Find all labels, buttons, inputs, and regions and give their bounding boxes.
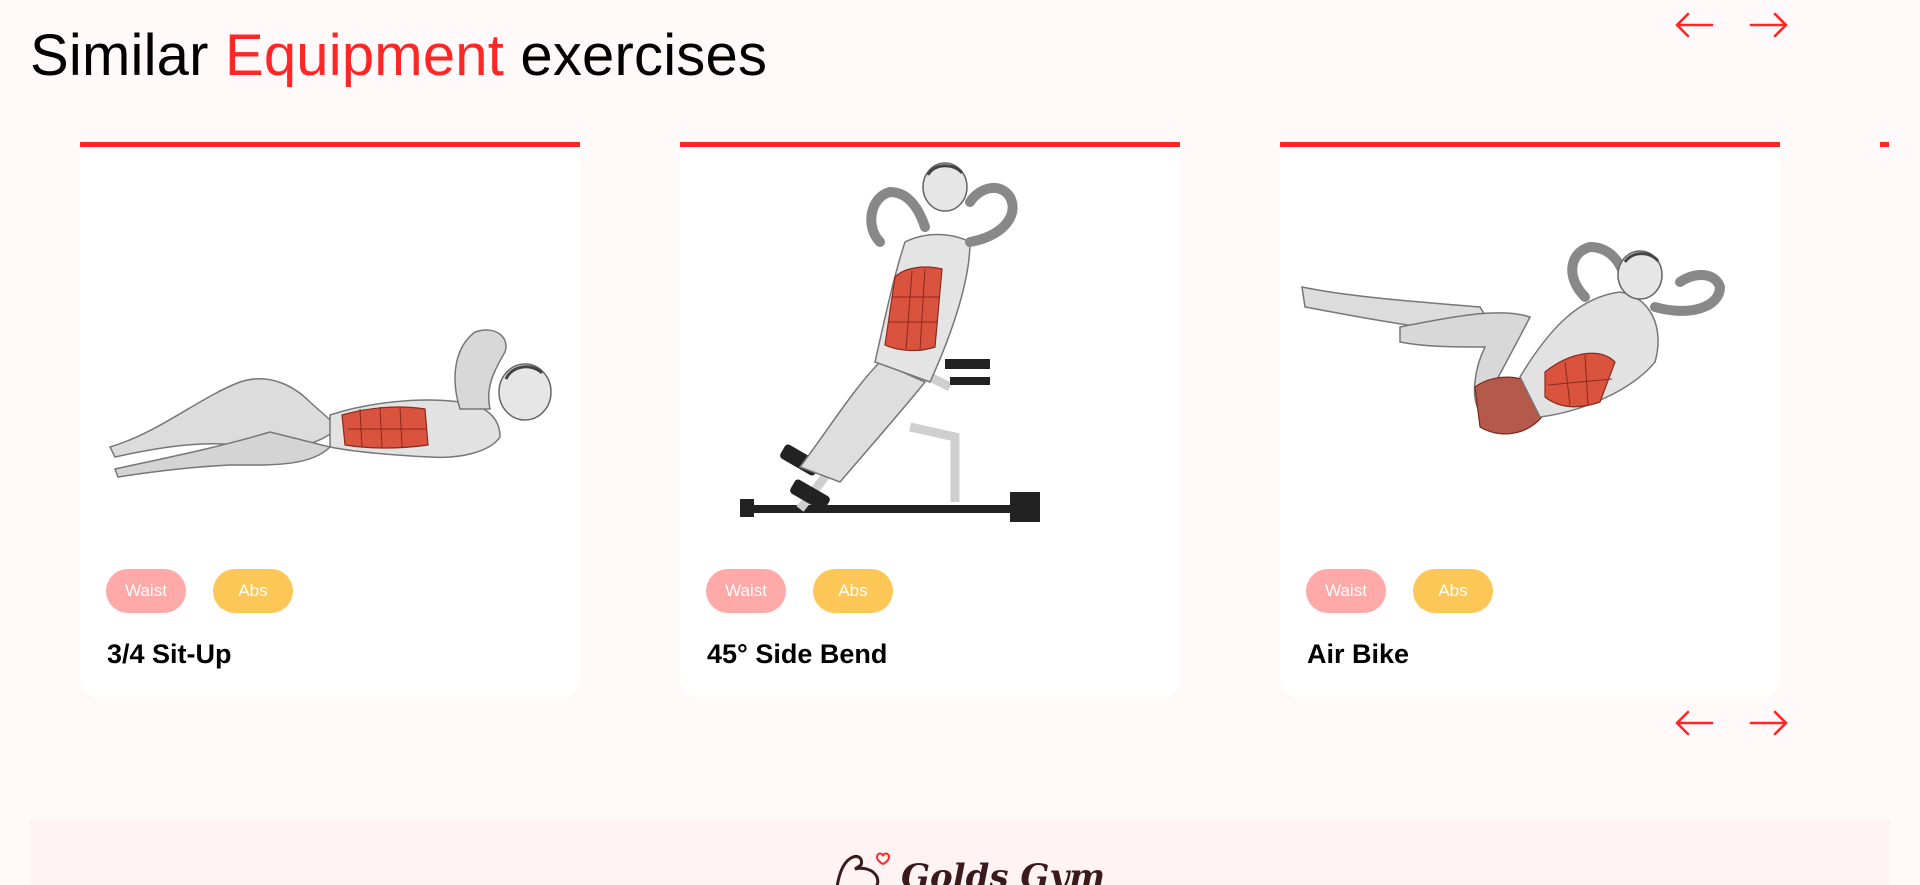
left-arrow-icon xyxy=(1675,12,1714,38)
sit-up-illustration xyxy=(108,329,552,478)
flexed-arm-heart-icon xyxy=(835,852,891,885)
body-part-chip[interactable]: Waist xyxy=(1306,569,1386,613)
target-chip[interactable]: Abs xyxy=(213,569,293,613)
side-bend-bench-illustration xyxy=(740,162,1040,522)
exercise-card[interactable]: Waist Abs 45° Side Bend xyxy=(680,142,1180,698)
right-arrow-icon xyxy=(1749,12,1788,38)
exercise-card[interactable]: Waist Abs Air Bike xyxy=(1280,142,1780,698)
right-arrow-icon xyxy=(1749,710,1788,736)
scroll-right-arrow-bottom[interactable] xyxy=(1749,708,1789,738)
title-part-1: Similar xyxy=(30,23,209,88)
body-part-chip[interactable]: Waist xyxy=(106,569,186,613)
section-title: Similar Equipment exercises xyxy=(30,22,767,89)
target-chip[interactable]: Abs xyxy=(813,569,893,613)
next-card-edge xyxy=(1880,142,1889,147)
scroll-right-arrow-top[interactable] xyxy=(1749,10,1789,40)
air-bike-illustration xyxy=(1301,241,1726,435)
title-part-2: exercises xyxy=(520,23,768,88)
exercise-card[interactable]: Waist Abs 3/4 Sit-Up xyxy=(80,142,580,698)
exercise-name: 3/4 Sit-Up xyxy=(107,639,232,669)
footer-logo[interactable]: Golds Gym xyxy=(833,849,1105,885)
left-arrow-icon xyxy=(1675,710,1714,736)
scroll-left-arrow-bottom[interactable] xyxy=(1674,708,1714,738)
footer: Golds Gym xyxy=(30,819,1890,885)
exercise-name: 45° Side Bend xyxy=(707,639,888,669)
exercise-name: Air Bike xyxy=(1307,639,1410,669)
logo-text: Golds Gym xyxy=(901,857,1106,885)
title-accent: Equipment xyxy=(224,23,505,88)
body-part-chip[interactable]: Waist xyxy=(706,569,786,613)
scroll-left-arrow-top[interactable] xyxy=(1674,10,1714,40)
target-chip[interactable]: Abs xyxy=(1413,569,1493,613)
